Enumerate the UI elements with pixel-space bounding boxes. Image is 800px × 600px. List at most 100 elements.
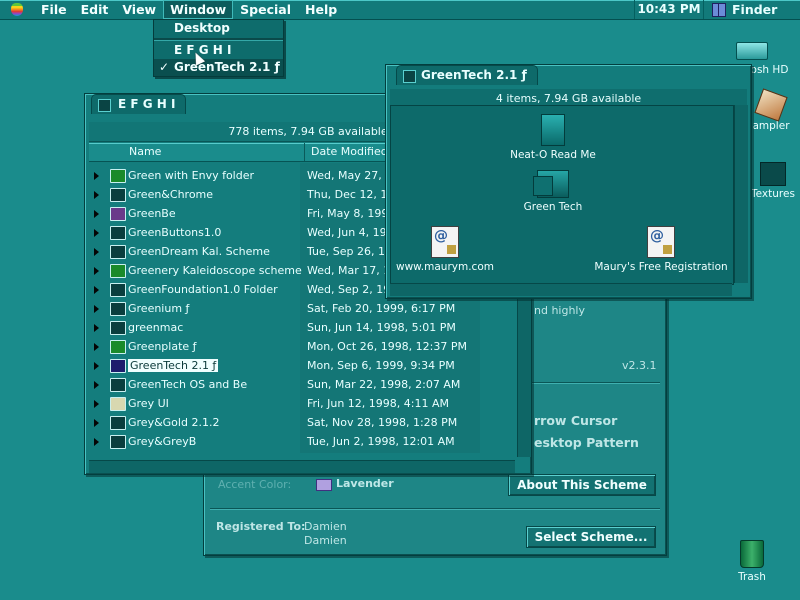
window-title: GreenTech 2.1 ƒ <box>421 68 527 82</box>
column-header-name[interactable]: Name <box>129 143 305 161</box>
document-icon <box>541 114 565 146</box>
horizontal-scrollbar[interactable] <box>89 460 515 473</box>
table-row[interactable]: Grey&GreyB Tue, Jun 2, 1998, 12:01 AM <box>88 432 480 451</box>
window-title-tab[interactable]: E F G H I <box>91 94 187 114</box>
file-name[interactable]: Greenery Kaleidoscope scheme <box>128 261 302 280</box>
file-date: Tue, Jun 2, 1998, 12:01 AM <box>307 435 455 448</box>
table-row[interactable]: Greenium ƒ Sat, Feb 20, 1999, 6:17 PM <box>88 299 480 318</box>
accent-color-popup[interactable]: Lavender <box>336 477 394 490</box>
table-row[interactable]: Grey&Gold 2.1.2 Sat, Nov 28, 1998, 1:28 P… <box>88 413 480 432</box>
table-row[interactable]: GreenTech OS and Be Sun, Mar 22, 1998, 2:… <box>88 375 480 394</box>
file-name[interactable]: GreenTech OS and Be <box>128 375 247 394</box>
vertical-scrollbar[interactable] <box>734 105 748 283</box>
file-name[interactable]: greenmac <box>128 318 183 337</box>
web-location-icon <box>647 226 675 258</box>
disclosure-triangle-icon[interactable] <box>94 438 99 446</box>
file-date: Sat, Feb 20, 1999, 6:17 PM <box>307 302 456 315</box>
file-name[interactable]: Grey&Gold 2.1.2 <box>128 413 219 432</box>
application-menu[interactable]: Finder <box>703 0 800 19</box>
file-date: Sun, Mar 22, 1998, 2:07 AM <box>307 378 461 391</box>
folder-icon <box>110 435 126 449</box>
folder-icon <box>110 264 126 278</box>
desktop-icon-textures[interactable]: Textures <box>746 162 800 200</box>
window-title-tab[interactable]: GreenTech 2.1 ƒ <box>396 65 538 85</box>
file-name[interactable]: GreenDream Kal. Scheme <box>128 242 270 261</box>
disclosure-triangle-icon[interactable] <box>94 419 99 427</box>
select-scheme-button[interactable]: Select Scheme... <box>526 526 656 548</box>
folder-icon <box>110 207 126 221</box>
table-row[interactable]: greenmac Sun, Jun 14, 1998, 5:01 PM <box>88 318 480 337</box>
icon-label: Neat-O Read Me <box>510 149 596 161</box>
window-title-bar[interactable]: GreenTech 2.1 ƒ <box>386 65 751 85</box>
desktop-icon-trash[interactable]: Trash <box>728 540 776 583</box>
file-date: Mon, Sep 6, 1999, 9:34 PM <box>307 359 455 372</box>
disclosure-triangle-icon[interactable] <box>94 362 99 370</box>
menu-special[interactable]: Special <box>233 0 298 19</box>
disclosure-triangle-icon[interactable] <box>94 400 99 408</box>
desktop-icon-label: ampler <box>752 120 790 132</box>
desktop-pattern-option[interactable]: esktop Pattern <box>534 435 639 450</box>
folder-icon <box>110 245 126 259</box>
column-spacer <box>89 143 129 161</box>
file-name[interactable]: GreenButtons1.0 <box>128 223 221 242</box>
disclosure-triangle-icon[interactable] <box>94 210 99 218</box>
file-name[interactable]: Greenplate ƒ <box>128 337 197 356</box>
menu-edit[interactable]: Edit <box>74 0 116 19</box>
icon-maurys-free-registration[interactable]: Maury's Free Registration <box>591 226 731 273</box>
disclosure-triangle-icon[interactable] <box>94 191 99 199</box>
file-name[interactable]: Grey UI <box>128 394 169 413</box>
menu-item-greentech[interactable]: ✓ GreenTech 2.1 ƒ <box>154 59 283 76</box>
menu-file[interactable]: File <box>34 0 74 19</box>
greentech-window[interactable]: GreenTech 2.1 ƒ 4 items, 7.94 GB availab… <box>385 64 752 299</box>
file-name[interactable]: GreenFoundation1.0 Folder <box>128 280 278 299</box>
file-name[interactable]: Grey&GreyB <box>128 432 196 451</box>
disclosure-triangle-icon[interactable] <box>94 172 99 180</box>
menu-clock[interactable]: 10:43 PM <box>634 0 703 19</box>
file-name[interactable]: GreenTech 2.1 ƒ <box>128 359 219 372</box>
lavender-swatch-icon <box>316 479 332 491</box>
apple-menu[interactable] <box>0 0 34 19</box>
menu-item-desktop[interactable]: Desktop <box>154 20 283 37</box>
file-name[interactable]: Green&Chrome <box>128 185 213 204</box>
application-name: Finder <box>732 2 778 17</box>
folder-icon <box>110 321 126 335</box>
icon-green-tech[interactable]: Green Tech <box>503 170 603 213</box>
menu-view[interactable]: View <box>115 0 163 19</box>
horizontal-scrollbar[interactable] <box>390 283 732 296</box>
folder-icon <box>110 340 126 354</box>
window-content[interactable]: Neat-O Read Me Green Tech www.maurym.com… <box>390 105 734 285</box>
icon-label: www.maurym.com <box>396 261 494 273</box>
menu-help[interactable]: Help <box>298 0 344 19</box>
disclosure-triangle-icon[interactable] <box>94 324 99 332</box>
table-row[interactable]: GreenTech 2.1 ƒ Mon, Sep 6, 1999, 9:34 PM <box>88 356 480 375</box>
icon-label: Maury's Free Registration <box>594 261 728 273</box>
file-name[interactable]: GreenBe <box>128 204 176 223</box>
menu-item-efghi[interactable]: E F G H I <box>154 42 283 59</box>
disclosure-triangle-icon[interactable] <box>94 286 99 294</box>
disclosure-triangle-icon[interactable] <box>94 343 99 351</box>
folder-icon <box>110 416 126 430</box>
disclosure-triangle-icon[interactable] <box>94 305 99 313</box>
file-name[interactable]: Greenium ƒ <box>128 299 189 318</box>
disclosure-triangle-icon[interactable] <box>94 229 99 237</box>
folder-icon <box>110 226 126 240</box>
disclosure-triangle-icon[interactable] <box>94 381 99 389</box>
file-date: Mon, Oct 26, 1998, 12:37 PM <box>307 340 467 353</box>
desktop-icon-label: Trash <box>738 571 766 583</box>
icon-neat-o-read-me[interactable]: Neat-O Read Me <box>503 114 603 161</box>
window-menu-dropdown: Desktop E F G H I ✓ GreenTech 2.1 ƒ <box>153 19 284 77</box>
disclosure-triangle-icon[interactable] <box>94 248 99 256</box>
menu-bar: File Edit View Window Special Help 10:43… <box>0 0 800 20</box>
menu-window[interactable]: Window <box>163 0 234 19</box>
disclosure-triangle-icon[interactable] <box>94 267 99 275</box>
checkmark-icon: ✓ <box>159 60 170 74</box>
finder-icon <box>712 2 726 17</box>
menu-separator <box>154 38 283 41</box>
about-scheme-button[interactable]: About This Scheme <box>508 474 656 496</box>
arrow-cursor-option[interactable]: rrow Cursor <box>534 413 617 428</box>
file-name[interactable]: Green with Envy folder <box>128 166 254 185</box>
web-location-icon <box>431 226 459 258</box>
table-row[interactable]: Grey UI Fri, Jun 12, 1998, 4:11 AM <box>88 394 480 413</box>
icon-www-maurym-com[interactable]: www.maurym.com <box>395 226 495 273</box>
table-row[interactable]: Greenplate ƒ Mon, Oct 26, 1998, 12:37 PM <box>88 337 480 356</box>
